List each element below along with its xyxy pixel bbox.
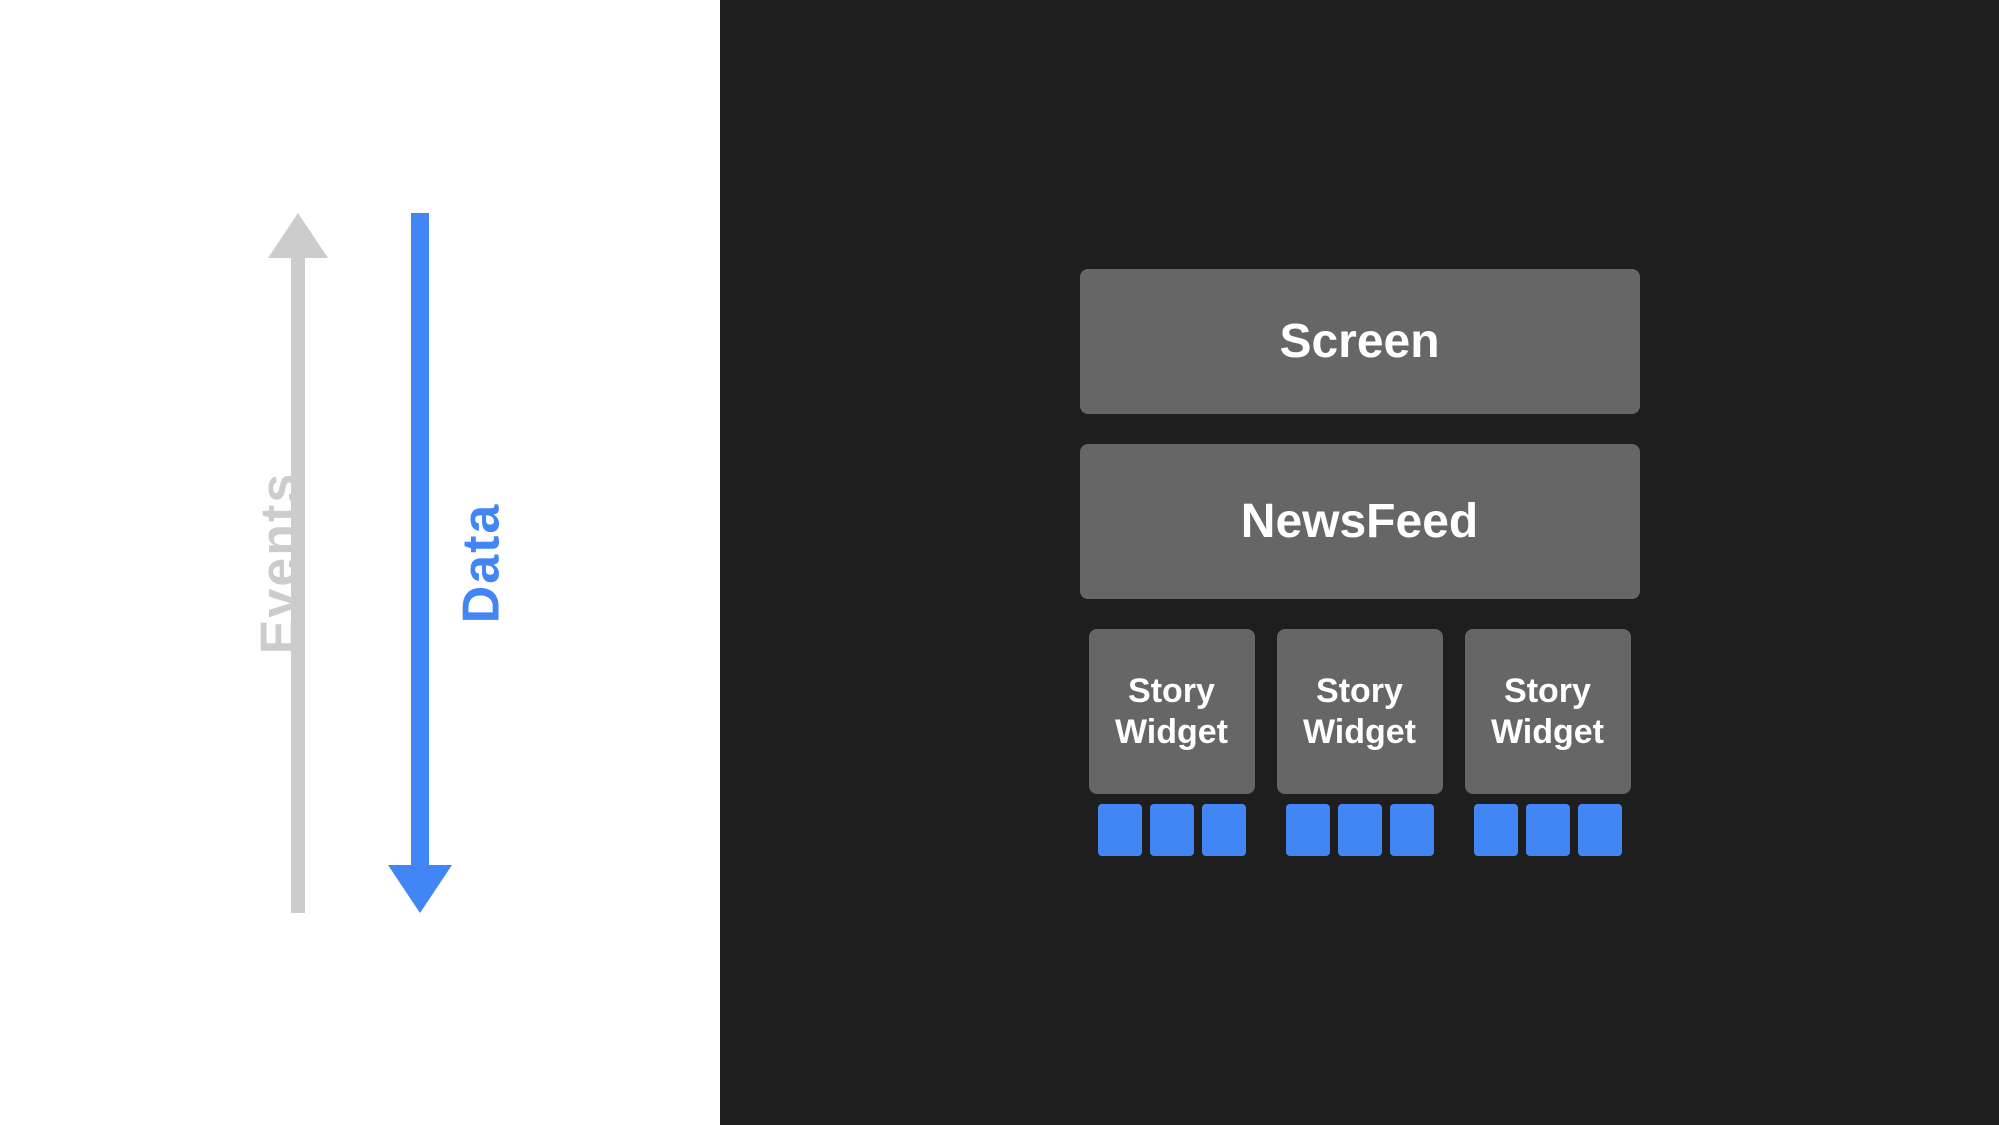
- events-arrow-head: [268, 213, 328, 258]
- story-widgets-row: StoryWidget StoryWidget: [1089, 629, 1631, 856]
- blue-item-1-1: [1098, 804, 1142, 856]
- blue-item-1-3: [1202, 804, 1246, 856]
- blue-item-3-3: [1578, 804, 1622, 856]
- story-widget-label-3: StoryWidget: [1491, 671, 1604, 753]
- blue-items-row-2: [1286, 804, 1434, 856]
- events-label: Events: [249, 471, 309, 654]
- data-arrow-head: [388, 865, 452, 913]
- screen-label: Screen: [1279, 314, 1439, 369]
- data-arrow: Data: [388, 213, 452, 913]
- story-widget-label-2: StoryWidget: [1303, 671, 1416, 753]
- story-widget-box-1: StoryWidget: [1089, 629, 1255, 794]
- story-widget-column-2: StoryWidget: [1277, 629, 1443, 856]
- data-arrow-line: [411, 213, 429, 865]
- story-widget-box-3: StoryWidget: [1465, 629, 1631, 794]
- screen-box: Screen: [1080, 269, 1640, 414]
- right-panel: Screen NewsFeed StoryWidget: [720, 0, 1999, 1125]
- events-arrow: Events: [268, 213, 328, 913]
- newsfeed-box: NewsFeed: [1080, 444, 1640, 599]
- blue-item-2-3: [1390, 804, 1434, 856]
- newsfeed-label: NewsFeed: [1241, 494, 1478, 549]
- blue-item-2-1: [1286, 804, 1330, 856]
- blue-item-2-2: [1338, 804, 1382, 856]
- blue-item-1-2: [1150, 804, 1194, 856]
- story-widget-label-1: StoryWidget: [1115, 671, 1228, 753]
- data-label: Data: [452, 502, 512, 623]
- blue-item-3-1: [1474, 804, 1518, 856]
- diagram-container: Screen NewsFeed StoryWidget: [1080, 269, 1640, 856]
- story-widget-box-2: StoryWidget: [1277, 629, 1443, 794]
- story-widget-column-1: StoryWidget: [1089, 629, 1255, 856]
- story-widget-column-3: StoryWidget: [1465, 629, 1631, 856]
- blue-item-3-2: [1526, 804, 1570, 856]
- arrows-container: Events Data: [268, 213, 452, 913]
- blue-items-row-1: [1098, 804, 1246, 856]
- blue-items-row-3: [1474, 804, 1622, 856]
- left-panel: Events Data: [0, 0, 720, 1125]
